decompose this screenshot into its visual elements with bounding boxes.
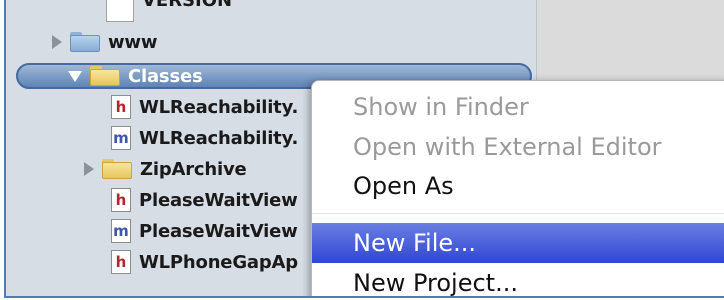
disclosure-triangle-open-icon[interactable] (68, 70, 82, 82)
implementation-file-icon: m (111, 219, 131, 243)
menu-item-new-project[interactable]: New Project... (312, 263, 724, 296)
menu-separator (312, 213, 724, 214)
header-file-icon: h (111, 188, 131, 212)
xcode-window: VERSION www Classes h WLReachability. m … (4, 0, 724, 298)
navigator-item-file[interactable]: m WLReachability. (111, 123, 298, 153)
folder-icon (70, 32, 100, 52)
menu-item-open-as[interactable]: Open As (312, 166, 724, 206)
navigator-item-label: WLReachability. (139, 127, 299, 149)
navigator-item-label: www (108, 31, 158, 53)
disclosure-triangle-closed-icon[interactable] (52, 35, 62, 49)
navigator-item-label: ZipArchive (140, 158, 247, 180)
navigator-item-classes[interactable]: Classes (68, 61, 203, 91)
menu-item-new-file[interactable]: New File... (312, 223, 724, 263)
navigator-item-label: WLReachability. (139, 96, 299, 118)
navigator-item-file[interactable]: h PleaseWaitView (111, 185, 298, 215)
menu-item-show-in-finder[interactable]: Show in Finder (312, 87, 724, 127)
context-menu: Show in Finder Open with External Editor… (311, 80, 724, 296)
navigator-item-www[interactable]: www (52, 27, 157, 57)
version-file-icon (106, 0, 134, 22)
implementation-file-icon: m (111, 126, 131, 150)
navigator-item-label: PleaseWaitView (139, 220, 298, 242)
header-file-icon: h (111, 95, 131, 119)
folder-icon (90, 66, 120, 86)
navigator-item-file[interactable]: h WLReachability. (111, 92, 298, 122)
header-file-icon: h (111, 250, 131, 274)
navigator-item-file[interactable]: m PleaseWaitView (111, 216, 298, 246)
navigator-item-file[interactable]: h WLPhoneGapAp (111, 247, 298, 277)
navigator-item-label: PleaseWaitView (139, 189, 298, 211)
navigator-item-folder[interactable]: ZipArchive (84, 154, 247, 184)
menu-item-open-with-external-editor[interactable]: Open with External Editor (312, 127, 724, 167)
folder-icon (102, 159, 132, 179)
disclosure-triangle-closed-icon[interactable] (84, 162, 94, 176)
version-file-label[interactable]: VERSION (142, 0, 232, 11)
navigator-item-label: Classes (128, 65, 203, 87)
navigator-item-label: WLPhoneGapAp (139, 251, 298, 273)
